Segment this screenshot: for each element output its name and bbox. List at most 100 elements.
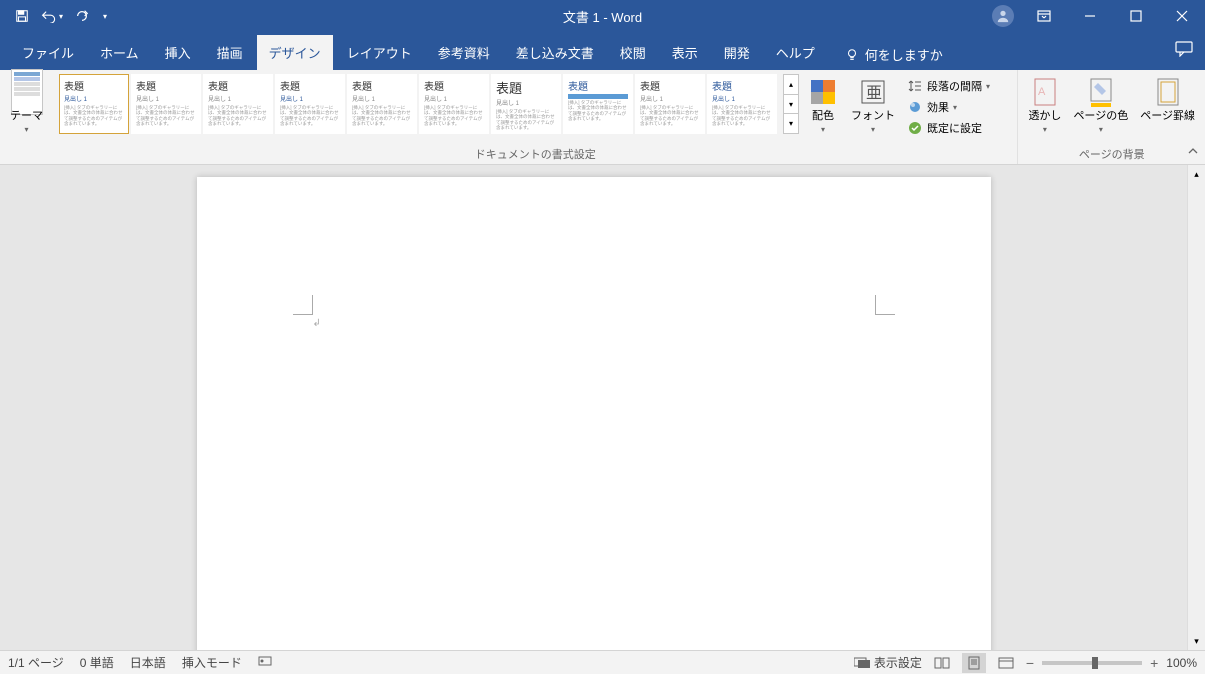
style-set-gallery[interactable]: 表題 見出し 1 [挿入] タブのギャラリーには、文書全体の体裁に合わせて調整す… [59,74,779,134]
tell-me-search[interactable]: 何をしますか [833,39,955,70]
window-title: 文書 1 - Word [563,7,642,26]
chevron-down-icon: ▾ [24,125,28,134]
minimize-button[interactable] [1067,0,1113,32]
save-button[interactable] [8,2,36,30]
gallery-scroll-up[interactable]: ▴ [784,75,798,95]
themes-button[interactable]: テーマ▾ [6,74,47,138]
group-label: ページの背景 [1079,144,1145,162]
set-default-button[interactable]: 既定に設定 [903,118,994,138]
vertical-scrollbar[interactable]: ▴ ▾ [1187,165,1205,650]
tab-developer[interactable]: 開発 [712,35,762,70]
ribbon-display-button[interactable] [1021,0,1067,32]
chevron-down-icon: ▾ [953,103,957,112]
group-themes: テーマ▾ [0,70,53,164]
maximize-button[interactable] [1113,0,1159,32]
scroll-down-button[interactable]: ▾ [1188,632,1205,650]
style-set-item[interactable]: 表題 見出し 1 [挿入] タブのギャラリーには、文書全体の体裁に合わせて調整す… [707,74,777,134]
paragraph-spacing-button[interactable]: 段落の間隔 ▾ [903,76,994,96]
gallery-scroll: ▴ ▾ ▾ [783,74,799,134]
group-document-formatting: 表題 見出し 1 [挿入] タブのギャラリーには、文書全体の体裁に合わせて調整す… [53,70,1018,164]
title-bar: ▾ ▾ 文書 1 - Word [0,0,1205,32]
chevron-down-icon: ▾ [1043,125,1047,134]
tab-mailings[interactable]: 差し込み文書 [504,35,606,70]
undo-icon [41,9,57,23]
collapse-ribbon-button[interactable] [1187,145,1199,160]
tab-draw[interactable]: 描画 [205,35,255,70]
themes-icon [11,76,43,108]
fonts-button[interactable]: 亜 フォント▾ [847,74,899,138]
style-set-item[interactable]: 表題 見出し 1 [挿入] タブのギャラリーには、文書全体の体裁に合わせて調整す… [491,74,561,134]
paragraph-mark-icon: ↲ [313,318,321,329]
gallery-expand[interactable]: ▾ [784,114,798,133]
style-set-item[interactable]: 表題 見出し 1 [挿入] タブのギャラリーには、文書全体の体裁に合わせて調整す… [347,74,417,134]
colors-button[interactable]: 配色▾ [803,74,843,138]
group-page-background: A 透かし▾ ページの色▾ ページ罫線 ページの背景 [1018,70,1205,164]
gallery-scroll-down[interactable]: ▾ [784,95,798,115]
undo-button[interactable]: ▾ [38,2,66,30]
scroll-up-button[interactable]: ▴ [1188,165,1205,183]
status-language[interactable]: 日本語 [130,654,166,671]
print-layout-icon [967,656,981,670]
style-set-item[interactable]: 表題 見出し 1 [挿入] タブのギャラリーには、文書全体の体裁に合わせて調整す… [59,74,129,134]
tab-design[interactable]: デザイン [257,35,333,70]
page-borders-button[interactable]: ページ罫線 [1136,74,1199,125]
style-set-item[interactable]: 表題 見出し 1 [挿入] タブのギャラリーには、文書全体の体裁に合わせて調整す… [635,74,705,134]
display-settings-icon [854,657,870,669]
style-set-item[interactable]: 表題 見出し 1 [挿入] タブのギャラリーには、文書全体の体裁に合わせて調整す… [275,74,345,134]
check-icon [907,120,923,136]
status-page[interactable]: 1/1 ページ [8,654,64,671]
document-scroll[interactable]: ↲ [0,165,1187,650]
tab-review[interactable]: 校閲 [608,35,658,70]
view-web-layout[interactable] [994,653,1018,673]
read-mode-icon [934,657,950,669]
maximize-icon [1130,10,1142,22]
status-insert-mode[interactable]: 挿入モード [182,654,242,671]
redo-button[interactable] [68,2,96,30]
ribbon-tabs: ファイル ホーム 挿入 描画 デザイン レイアウト 参考資料 差し込み文書 校閲… [0,32,1205,70]
tab-view[interactable]: 表示 [660,35,710,70]
close-icon [1176,10,1188,22]
style-set-item[interactable]: 表題 見出し 1 [挿入] タブのギャラリーには、文書全体の体裁に合わせて調整す… [419,74,489,134]
title-bar-right [985,0,1205,32]
style-set-item[interactable]: 表題 見出し 1 [挿入] タブのギャラリーには、文書全体の体裁に合わせて調整す… [203,74,273,134]
svg-text:亜: 亜 [866,85,882,102]
page-color-button[interactable]: ページの色▾ [1069,74,1132,138]
group-label: ドキュメントの書式設定 [475,144,596,162]
status-macro[interactable] [258,655,272,670]
comment-icon [1175,41,1193,57]
share-button[interactable] [1175,41,1205,70]
fonts-icon: 亜 [857,76,889,108]
document-area: ↲ ▴ ▾ [0,165,1205,650]
display-settings-button[interactable]: 表示設定 [854,654,922,671]
style-set-item[interactable]: 表題 見出し 1 [挿入] タブのギャラリーには、文書全体の体裁に合わせて調整す… [131,74,201,134]
scrollbar-track[interactable] [1188,183,1205,632]
tab-insert[interactable]: 挿入 [153,35,203,70]
document-page[interactable]: ↲ [197,177,991,650]
zoom-in-button[interactable]: + [1150,655,1158,671]
save-icon [15,9,29,23]
tab-references[interactable]: 参考資料 [426,35,502,70]
tab-layout[interactable]: レイアウト [335,35,424,70]
zoom-out-button[interactable]: − [1026,655,1034,671]
colors-icon [807,76,839,108]
tab-home[interactable]: ホーム [88,35,151,70]
qat-customize-button[interactable]: ▾ [98,2,112,30]
zoom-level[interactable]: 100% [1166,656,1197,670]
account-button[interactable] [985,2,1021,30]
effects-button[interactable]: 効果 ▾ [903,97,994,117]
view-read-mode[interactable] [930,653,954,673]
close-button[interactable] [1159,0,1205,32]
tell-me-label: 何をしますか [865,45,943,64]
zoom-slider[interactable] [1042,661,1142,665]
status-word-count[interactable]: 0 単語 [80,654,114,671]
chevron-down-icon: ▾ [821,125,825,134]
status-bar: 1/1 ページ 0 単語 日本語 挿入モード 表示設定 − + 100% [0,650,1205,674]
watermark-button[interactable]: A 透かし▾ [1024,74,1065,138]
status-right: 表示設定 − + 100% [854,653,1197,673]
zoom-slider-thumb[interactable] [1092,657,1098,669]
tab-help[interactable]: ヘルプ [764,35,827,70]
person-icon [992,5,1014,27]
view-print-layout[interactable] [962,653,986,673]
style-set-item[interactable]: 表題 [挿入] タブのギャラリーには、文書全体の体裁に合わせて調整するためのアイ… [563,74,633,134]
tab-file[interactable]: ファイル [10,35,86,70]
